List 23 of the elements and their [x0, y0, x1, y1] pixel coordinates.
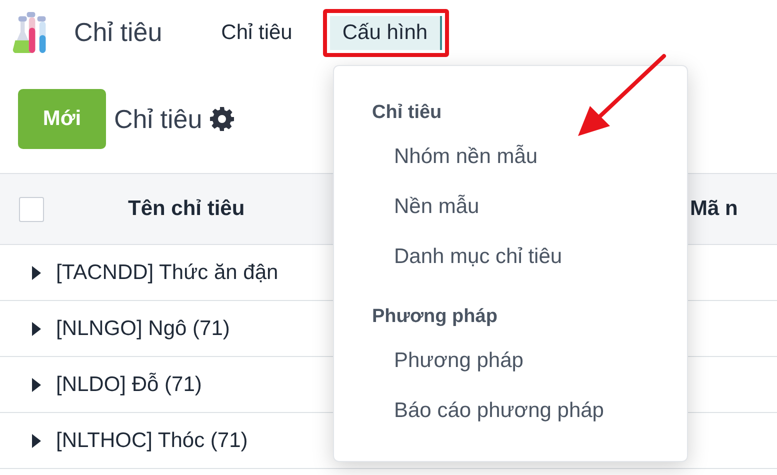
caret-icon[interactable] [32, 434, 42, 448]
dropdown-item[interactable]: Báo cáo phương pháp [334, 386, 687, 436]
caret-icon[interactable] [32, 322, 42, 336]
section-header: Chỉ tiêu [371, 101, 443, 125]
dropdown-item[interactable]: Phương pháp [334, 336, 687, 386]
app-name: Chỉ tiêu [74, 17, 162, 48]
menu-item[interactable]: Cấu hình [330, 16, 442, 50]
dropdown-item[interactable]: Nền mẫu [334, 182, 687, 232]
group-row-label[interactable]: [NLDO] Đỗ (71) [56, 372, 202, 396]
select-all-checkbox[interactable] [19, 196, 44, 222]
dropdown-item[interactable]: Danh mục chỉ tiêu [334, 232, 687, 282]
caret-icon[interactable] [32, 378, 42, 392]
column-header[interactable]: Mã n [690, 197, 777, 221]
group-row-label[interactable]: [NLTHOC] Thóc (71) [56, 428, 248, 452]
group-row-label[interactable]: [TACNDD] Thức ăn đận [56, 260, 278, 284]
column-header[interactable]: Tên chỉ tiêu [128, 197, 245, 221]
page-title: Chỉ tiêu [114, 104, 202, 134]
settings-icon[interactable] [210, 107, 234, 131]
section-header: Phương pháp [371, 305, 498, 329]
menu-item[interactable]: Chỉ tiêu [209, 16, 304, 50]
caret-icon[interactable] [32, 266, 42, 280]
dropdown-item[interactable]: Nhóm nền mẫu [334, 132, 687, 182]
group-row-label[interactable]: [NLNGO] Ngô (71) [56, 316, 230, 340]
